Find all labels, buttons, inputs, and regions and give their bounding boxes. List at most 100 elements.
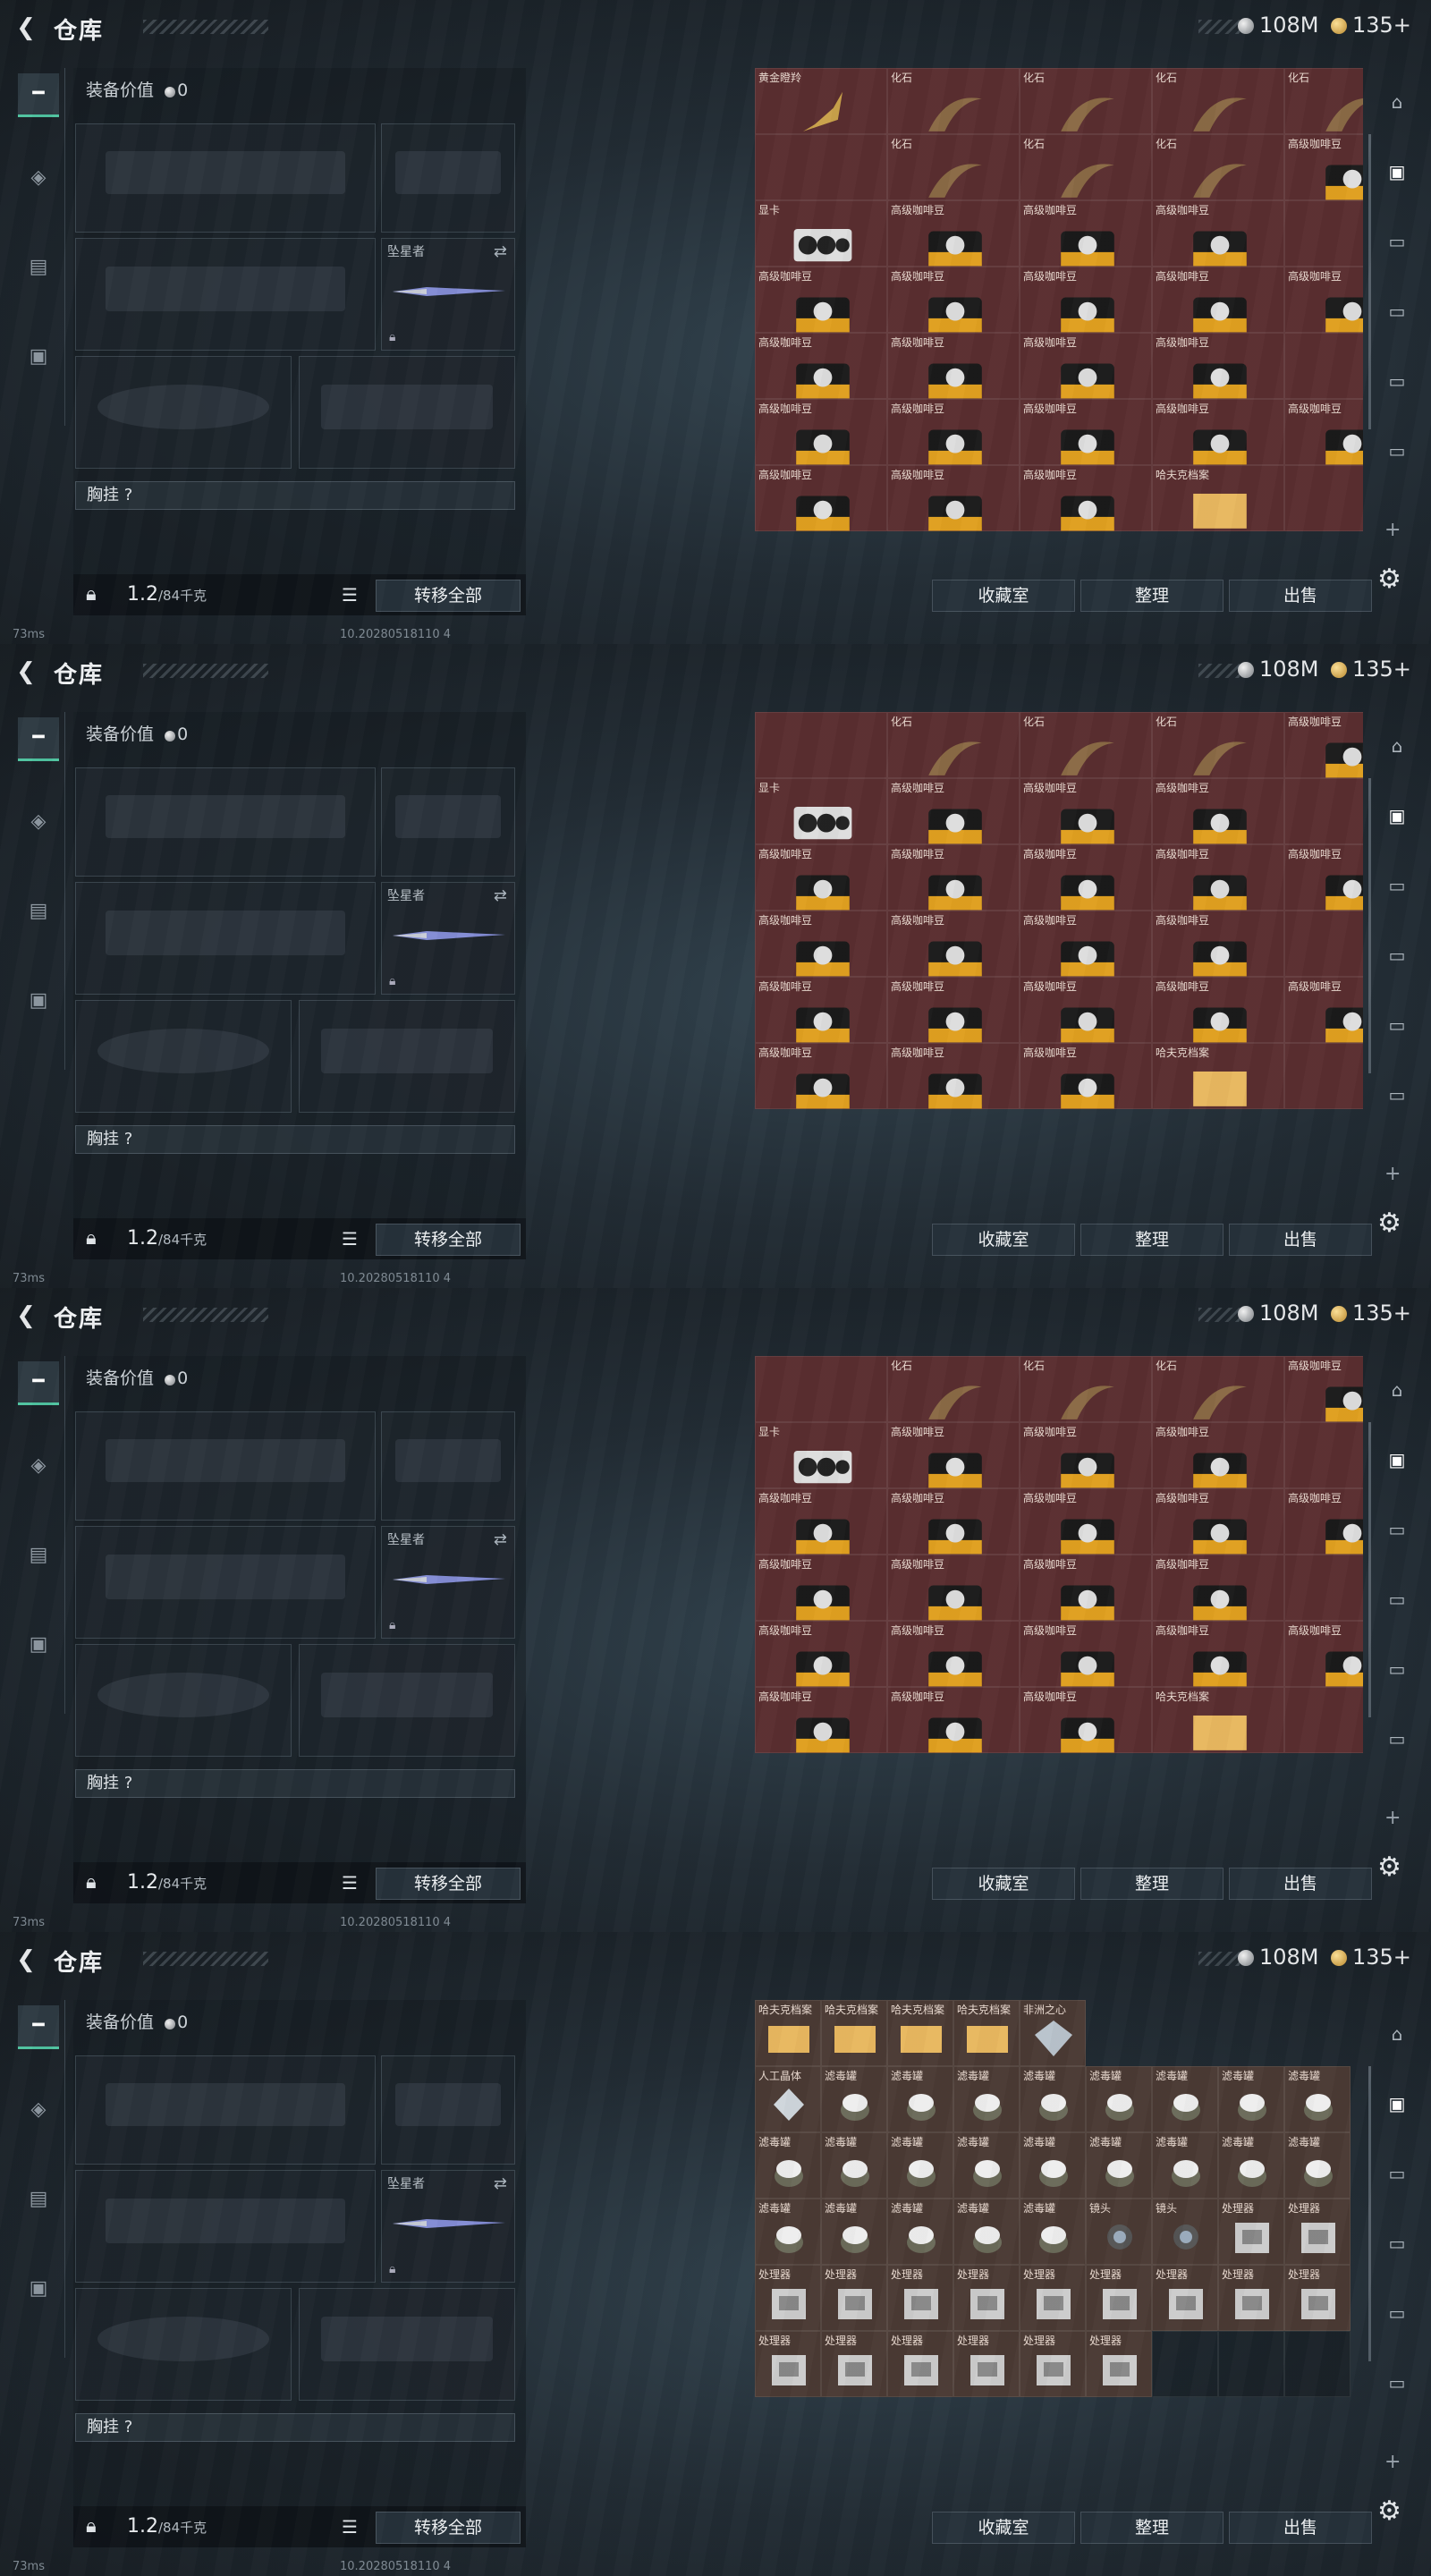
stash-item[interactable]: 滤毒罐 (1020, 2199, 1086, 2265)
stash-item[interactable]: 高级咖啡豆 (755, 1687, 887, 1753)
secondary-weapon-slot[interactable] (75, 2170, 376, 2283)
camera-icon[interactable]: ▣ (1381, 2088, 1413, 2120)
stash-item[interactable]: 高级咖啡豆 (1020, 1043, 1152, 1109)
stash-item[interactable]: 滤毒罐 (887, 2132, 953, 2199)
helmet-slot[interactable] (75, 356, 292, 469)
tv-icon[interactable]: ▭ (1381, 435, 1413, 467)
stash-item[interactable]: 滤毒罐 (755, 2132, 821, 2199)
back-arrow-icon[interactable]: ❮ (13, 14, 39, 41)
helmet-slot[interactable] (75, 1644, 292, 1757)
gun-icon[interactable]: ━ (18, 73, 59, 117)
primary-weapon-slot[interactable] (75, 1411, 376, 1521)
stash-item[interactable]: 化石 (887, 68, 1020, 134)
list-icon[interactable]: ☰ (342, 584, 358, 606)
gun-icon[interactable]: ━ (18, 2005, 59, 2049)
stash-item[interactable]: 高级咖啡豆 (1152, 399, 1284, 465)
stash-item[interactable]: 滤毒罐 (1284, 2132, 1351, 2199)
chest-rig-help[interactable]: ? (124, 1130, 133, 1148)
primary-weapon-slot[interactable] (75, 123, 376, 233)
stash-item[interactable]: 处理器 (887, 2265, 953, 2331)
stash-item[interactable]: 化石 (887, 1356, 1020, 1422)
stash-scrollbar[interactable] (1368, 1422, 1371, 1717)
stash-item[interactable]: 高级咖啡豆 (755, 465, 887, 531)
tv-icon[interactable]: ▭ (1381, 365, 1413, 397)
stash-item[interactable]: 高级咖啡豆 (1020, 1422, 1152, 1488)
plus-icon[interactable]: + (1384, 519, 1401, 541)
silver-currency[interactable]: 108M (1238, 1301, 1319, 1326)
armor-icon[interactable]: ◈ (18, 801, 59, 843)
stash-item[interactable]: 化石 (887, 712, 1020, 778)
stash-item[interactable]: 化石 (1152, 134, 1284, 200)
helmet-slot[interactable] (75, 1000, 292, 1113)
chest-rig-help[interactable]: ? (124, 486, 133, 504)
chest-rig-bar[interactable]: 胸挂 ? (75, 2413, 515, 2442)
stash-item[interactable]: 高级咖啡豆 (1020, 911, 1152, 977)
stash-item[interactable]: 非洲之心 (1020, 2000, 1086, 2066)
silver-currency[interactable]: 108M (1238, 13, 1319, 38)
briefcase-icon[interactable]: ▣ (18, 980, 59, 1021)
back-arrow-icon[interactable]: ❮ (13, 658, 39, 685)
stash-item[interactable]: 处理器 (887, 2331, 953, 2397)
stash-scrollbar[interactable] (1368, 778, 1371, 1073)
stash-item[interactable]: 处理器 (1218, 2199, 1284, 2265)
helmet-icon[interactable]: ⌂ (1381, 86, 1413, 118)
stash-item[interactable]: 高级咖啡豆 (755, 1488, 887, 1555)
stash-item[interactable]: 处理器 (1020, 2265, 1086, 2331)
stash-item[interactable]: 滤毒罐 (1152, 2066, 1218, 2132)
stash-item[interactable]: 滤毒罐 (1218, 2066, 1284, 2132)
stash-item[interactable]: 高级咖啡豆 (1152, 1488, 1284, 1555)
gold-currency[interactable]: 135+ (1331, 657, 1411, 682)
stash-item[interactable]: 高级咖啡豆 (1020, 977, 1152, 1043)
stash-item[interactable]: 高级咖啡豆 (755, 1621, 887, 1687)
stash-item[interactable]: 滤毒罐 (1218, 2132, 1284, 2199)
stash-item[interactable]: 人工晶体 (755, 2066, 821, 2132)
helmet-icon[interactable]: ⌂ (1381, 730, 1413, 762)
stash-item[interactable]: 高级咖啡豆 (1284, 267, 1363, 333)
primary-weapon-slot[interactable] (75, 2055, 376, 2165)
stash-item[interactable]: 哈夫克档案 (1152, 1043, 1284, 1109)
stash-item[interactable]: 高级咖啡豆 (1152, 1422, 1284, 1488)
stash-item[interactable]: 高级咖啡豆 (887, 200, 1020, 267)
sort-button[interactable]: 整理 (1080, 1224, 1224, 1256)
transfer-all-button[interactable]: 转移全部 (376, 1224, 521, 1256)
tv-icon[interactable]: ▭ (1381, 2157, 1413, 2190)
list-icon[interactable]: ☰ (342, 1872, 358, 1894)
list-icon[interactable]: ☰ (342, 2516, 358, 2538)
stash-item[interactable]: 高级咖啡豆 (1284, 399, 1363, 465)
swap-icon[interactable]: ⇄ (494, 242, 507, 261)
backpack-icon[interactable]: ▤ (18, 247, 59, 288)
swap-icon[interactable]: ⇄ (494, 1530, 507, 1549)
secondary-weapon-slot[interactable] (75, 882, 376, 995)
collection-button[interactable]: 收藏室 (932, 1868, 1075, 1900)
stash-item[interactable]: 高级咖啡豆 (1152, 778, 1284, 844)
stash-item[interactable]: 高级咖啡豆 (755, 1043, 887, 1109)
stash-item[interactable]: 高级咖啡豆 (887, 465, 1020, 531)
stash-item[interactable]: 滤毒罐 (887, 2066, 953, 2132)
camera-icon[interactable]: ▣ (1381, 1444, 1413, 1476)
stash-item[interactable]: 处理器 (755, 2331, 821, 2397)
stash-item[interactable]: 滤毒罐 (953, 2066, 1020, 2132)
back-arrow-icon[interactable]: ❮ (13, 1302, 39, 1329)
stash-item[interactable]: 化石 (1284, 68, 1363, 134)
helmet-icon[interactable]: ⌂ (1381, 2018, 1413, 2050)
stash-item[interactable]: 处理器 (821, 2331, 887, 2397)
stash-item[interactable]: 高级咖啡豆 (1284, 134, 1363, 200)
stash-item[interactable]: 显卡 (755, 778, 887, 844)
tv-icon[interactable]: ▭ (1381, 2227, 1413, 2259)
list-icon[interactable]: ☰ (342, 1228, 358, 1250)
silver-currency[interactable]: 108M (1238, 1945, 1319, 1970)
stash-item[interactable]: 高级咖啡豆 (887, 333, 1020, 399)
stash-item[interactable]: 高级咖啡豆 (1020, 1687, 1152, 1753)
stash-item[interactable]: 滤毒罐 (1086, 2066, 1152, 2132)
briefcase-icon[interactable]: ▣ (18, 2268, 59, 2309)
stash-item[interactable]: 哈夫克档案 (887, 2000, 953, 2066)
stash-item[interactable]: 高级咖啡豆 (755, 399, 887, 465)
melee-slot[interactable]: 坠星者 ⇄ 🔒︎ (381, 2170, 515, 2283)
stash-item[interactable]: 高级咖啡豆 (887, 267, 1020, 333)
stash-item[interactable]: 高级咖啡豆 (1020, 1488, 1152, 1555)
stash-item[interactable]: 显卡 (755, 1422, 887, 1488)
tv-icon[interactable]: ▭ (1381, 1583, 1413, 1615)
stash-item[interactable]: 高级咖啡豆 (1284, 1621, 1363, 1687)
stash-item[interactable]: 高级咖啡豆 (755, 844, 887, 911)
secondary-weapon-slot[interactable] (75, 1526, 376, 1639)
